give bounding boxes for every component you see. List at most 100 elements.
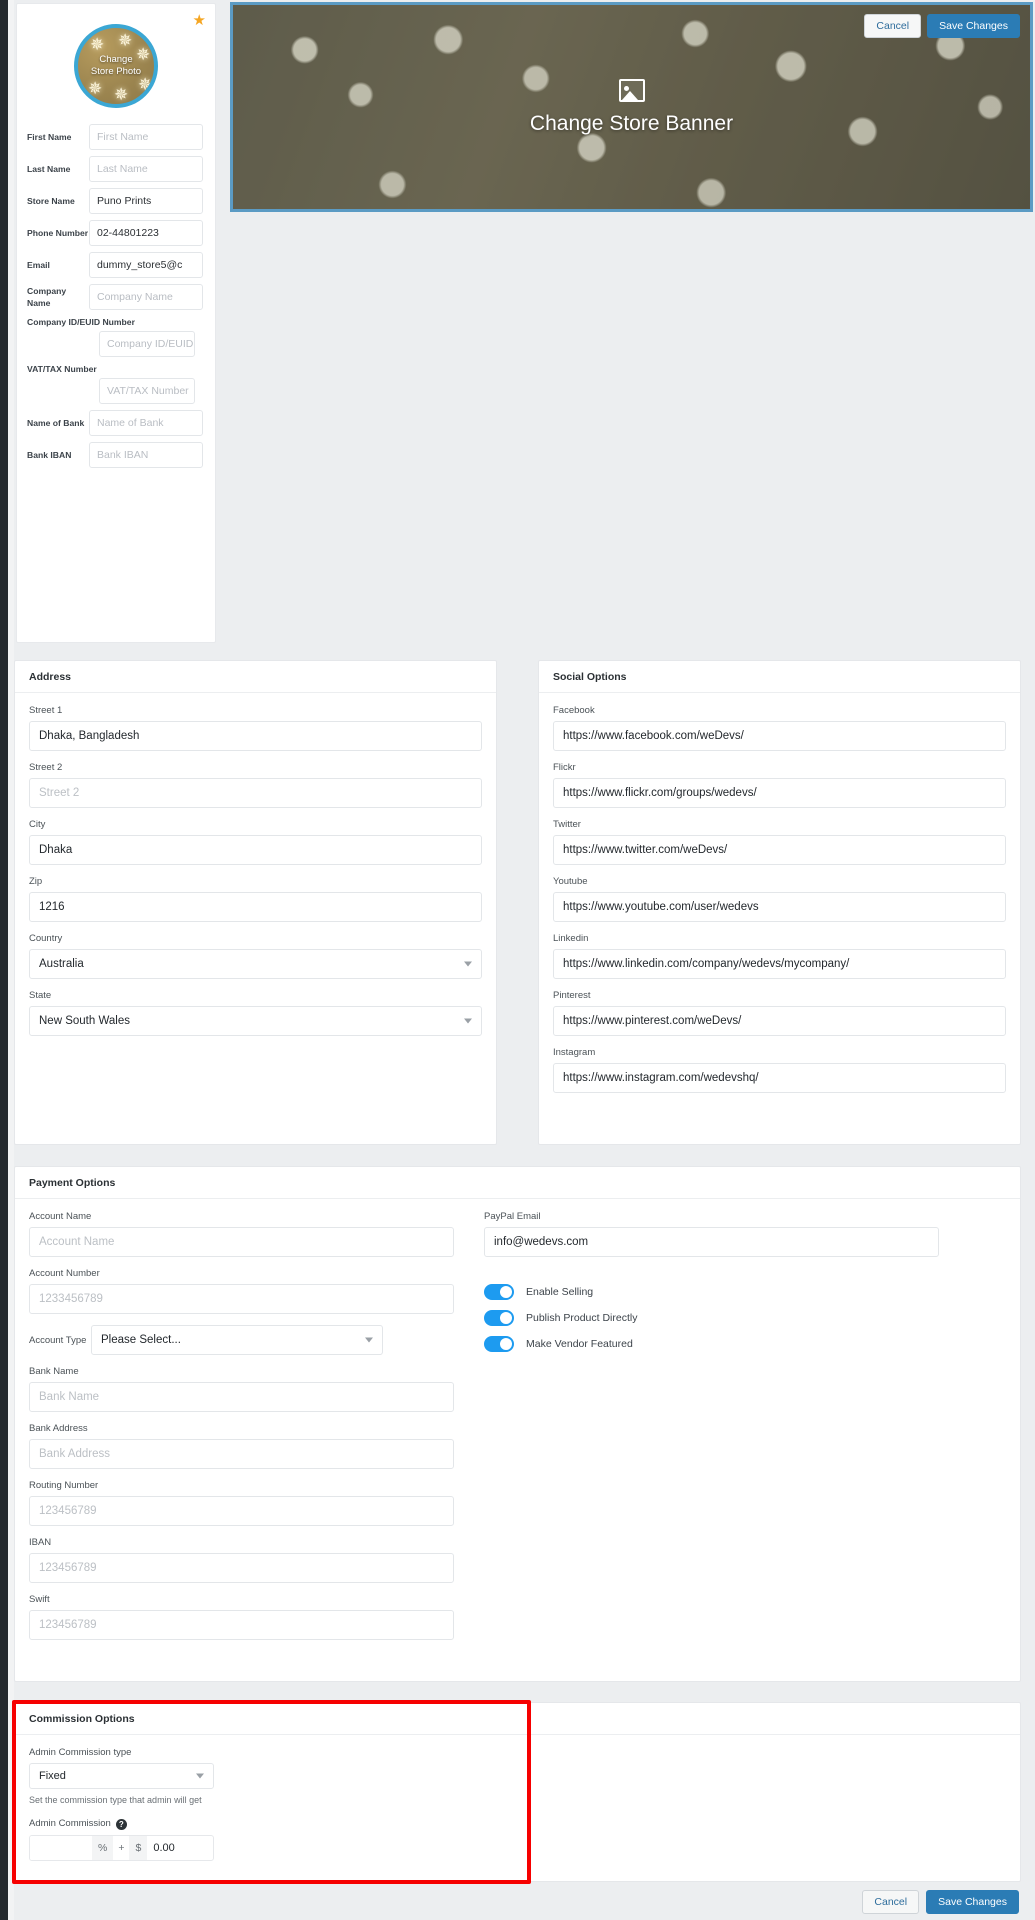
- profile-field-input[interactable]: Bank IBAN: [89, 442, 203, 468]
- field-input[interactable]: Dhaka, Bangladesh: [29, 721, 482, 751]
- paypal-email-input[interactable]: info@wedevs.com: [484, 1227, 939, 1257]
- field-label: Account Name: [29, 1211, 92, 1222]
- field-input[interactable]: https://www.linkedin.com/company/wedevs/…: [553, 949, 1006, 979]
- address-fields: Street 1 Dhaka, Bangladesh Street 2 Street …: [15, 693, 496, 1061]
- field-input[interactable]: 123456789: [29, 1610, 454, 1640]
- toggle-switch[interactable]: [484, 1336, 514, 1352]
- chevron-down-icon: [464, 1018, 472, 1024]
- admin-commission-type-select-wrap[interactable]: Fixed: [29, 1763, 214, 1789]
- form-field-group: Routing Number 123456789: [29, 1480, 454, 1526]
- field-input[interactable]: https://www.youtube.com/user/wedevs: [553, 892, 1006, 922]
- social-fields: Facebook https://www.facebook.com/weDevs/…: [539, 693, 1020, 1118]
- toggle-label: Enable Selling: [526, 1286, 594, 1298]
- profile-field-input[interactable]: Last Name: [89, 156, 203, 182]
- field-input[interactable]: https://www.flickr.com/groups/wedevs/: [553, 778, 1006, 808]
- profile-field-row: Bank IBAN Bank IBAN: [17, 442, 217, 468]
- form-field-group: IBAN 123456789: [29, 1537, 454, 1583]
- field-label: Country: [29, 933, 63, 944]
- commission-panel-title: Commission Options: [15, 1703, 1020, 1735]
- store-banner[interactable]: Change Store Banner Cancel Save Changes: [230, 2, 1033, 212]
- cancel-button-bottom[interactable]: Cancel: [862, 1890, 920, 1914]
- account-type-select[interactable]: Please Select...: [91, 1325, 383, 1355]
- field-input[interactable]: Street 2: [29, 778, 482, 808]
- profile-field-input[interactable]: Name of Bank: [89, 410, 203, 436]
- toggle-row[interactable]: Publish Product Directly: [484, 1310, 939, 1326]
- profile-field-input[interactable]: VAT/TAX Number: [99, 378, 195, 404]
- field-input[interactable]: 1216: [29, 892, 482, 922]
- field-label: State: [29, 990, 52, 1001]
- field-label: Account Number: [29, 1268, 100, 1279]
- payment-left-column: Account Name Account Name Account Number 12…: [29, 1211, 484, 1651]
- field-label: Zip: [29, 876, 43, 887]
- field-label: Routing Number: [29, 1480, 99, 1491]
- profile-field-label: Last Name: [27, 164, 71, 174]
- commission-fixed-input[interactable]: 0.00: [147, 1836, 210, 1860]
- toggle-row[interactable]: Make Vendor Featured: [484, 1336, 939, 1352]
- save-changes-button-bottom[interactable]: Save Changes: [926, 1890, 1019, 1914]
- form-field-group: Bank Address Bank Address: [29, 1423, 454, 1469]
- profile-field-row: Phone Number 02-44801223: [17, 220, 217, 246]
- profile-field-label: Email: [27, 260, 50, 270]
- profile-field-input[interactable]: Puno Prints: [89, 188, 203, 214]
- profile-field-row: First Name First Name: [17, 124, 217, 150]
- form-field-group: Swift 123456789: [29, 1594, 454, 1640]
- cancel-button-top[interactable]: Cancel: [864, 14, 922, 38]
- profile-field-row: Company ID/EUID Number Company ID/EUID: [17, 316, 217, 357]
- profile-field-label: Store Name: [27, 196, 75, 206]
- field-input[interactable]: Dhaka: [29, 835, 482, 865]
- field-label: Bank Name: [29, 1366, 79, 1377]
- form-field-group: Account Name Account Name: [29, 1211, 454, 1257]
- toggle-switch[interactable]: [484, 1310, 514, 1326]
- profile-field-label: Company ID/EUID Number: [27, 317, 135, 327]
- field-input[interactable]: Bank Address: [29, 1439, 454, 1469]
- flower-decoration-icon: ✵: [88, 79, 103, 98]
- profile-field-input[interactable]: First Name: [89, 124, 203, 150]
- field-label: IBAN: [29, 1537, 52, 1548]
- profile-field-input[interactable]: dummy_store5@c: [89, 252, 203, 278]
- payment-panel-title: Payment Options: [15, 1167, 1020, 1199]
- save-changes-button-top[interactable]: Save Changes: [927, 14, 1020, 38]
- toggle-switch[interactable]: [484, 1284, 514, 1300]
- profile-field-label: First Name: [27, 132, 72, 142]
- field-select-value: New South Wales: [39, 1015, 130, 1027]
- field-label: Facebook: [553, 705, 595, 716]
- field-label: Swift: [29, 1594, 50, 1605]
- form-field-group: Twitter https://www.twitter.com/weDevs/: [553, 819, 1006, 865]
- toggle-row[interactable]: Enable Selling: [484, 1284, 939, 1300]
- question-mark-icon[interactable]: ?: [115, 1818, 127, 1830]
- profile-field-input[interactable]: Company Name: [89, 284, 203, 310]
- field-label: Twitter: [553, 819, 581, 830]
- field-input[interactable]: https://www.twitter.com/weDevs/: [553, 835, 1006, 865]
- field-input[interactable]: https://www.pinterest.com/weDevs/: [553, 1006, 1006, 1036]
- flower-decoration-icon: ✵: [118, 31, 133, 50]
- field-input[interactable]: 123456789: [29, 1553, 454, 1583]
- vendor-profile-card: ★ ✵ ✵ ✵ ✵ ✵ ✵ Change Store Photo First N…: [16, 3, 216, 643]
- account-type-label: Account Type: [29, 1334, 87, 1346]
- profile-field-input[interactable]: Company ID/EUID: [99, 331, 195, 357]
- field-input[interactable]: https://www.instagram.com/wedevshq/: [553, 1063, 1006, 1093]
- admin-commission-type-label: Admin Commission type: [29, 1747, 132, 1758]
- profile-field-input[interactable]: 02-44801223: [89, 220, 203, 246]
- commission-percent-input[interactable]: [30, 1836, 92, 1860]
- field-input[interactable]: https://www.facebook.com/weDevs/: [553, 721, 1006, 751]
- admin-commission-input-group[interactable]: % + $ 0.00: [29, 1835, 214, 1861]
- field-input[interactable]: 1233456789: [29, 1284, 454, 1314]
- field-input[interactable]: 123456789: [29, 1496, 454, 1526]
- admin-commission-type-select[interactable]: Fixed: [29, 1763, 214, 1789]
- field-input[interactable]: Account Name: [29, 1227, 454, 1257]
- commission-panel-body: Admin Commission type Fixed Set the comm…: [15, 1735, 1020, 1875]
- top-row: ★ ✵ ✵ ✵ ✵ ✵ ✵ Change Store Photo First N…: [14, 0, 1035, 648]
- field-select[interactable]: Australia: [29, 949, 482, 979]
- field-input[interactable]: Bank Name: [29, 1382, 454, 1412]
- form-field-group: City Dhaka: [29, 819, 482, 865]
- vendor-edit-page: ★ ✵ ✵ ✵ ✵ ✵ ✵ Change Store Photo First N…: [0, 0, 1035, 1920]
- profile-field-label: Phone Number: [27, 228, 89, 238]
- paypal-email-label: PayPal Email: [484, 1211, 541, 1222]
- field-select[interactable]: New South Wales: [29, 1006, 482, 1036]
- profile-field-row: Company Name Company Name: [17, 284, 217, 310]
- social-panel-title: Social Options: [539, 661, 1020, 693]
- payment-panel-body: Account Name Account Name Account Number 12…: [15, 1199, 1020, 1665]
- profile-field-row: Last Name Last Name: [17, 156, 217, 182]
- change-store-photo-button[interactable]: ✵ ✵ ✵ ✵ ✵ ✵ Change Store Photo: [74, 24, 158, 108]
- profile-field-row: Store Name Puno Prints: [17, 188, 217, 214]
